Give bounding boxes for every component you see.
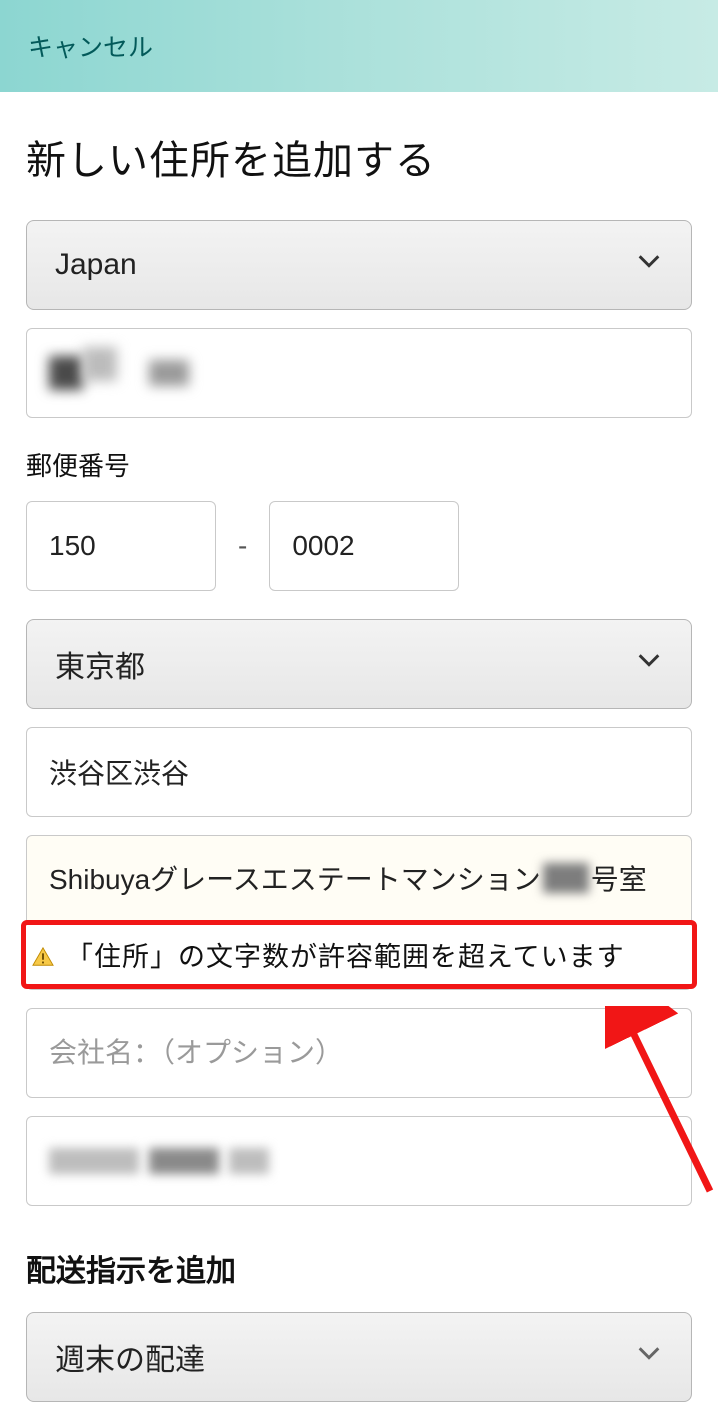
postal-code-label: 郵便番号 bbox=[26, 446, 692, 483]
delivery-preference-value: 週末の配達 bbox=[55, 1335, 205, 1379]
chevron-down-icon bbox=[635, 1339, 663, 1375]
postal-code-group: 郵便番号 - bbox=[26, 446, 692, 591]
cancel-button[interactable]: キャンセル bbox=[28, 28, 153, 64]
delivery-preference-select[interactable]: 週末の配達 bbox=[26, 1312, 692, 1402]
redacted-content bbox=[49, 1148, 269, 1174]
address-line1-input[interactable] bbox=[26, 727, 692, 817]
app-header: キャンセル bbox=[0, 0, 718, 92]
validation-error: 「住所」の文字数が許容範囲を超えています bbox=[21, 920, 697, 989]
address-line2-group: Shibuyaグレースエステートマンション 号室 「住所」の文字数が許容範囲を超… bbox=[26, 835, 692, 990]
postal-code-part2[interactable] bbox=[269, 501, 459, 591]
validation-error-text: 「住所」の文字数が許容範囲を超えています bbox=[66, 935, 625, 974]
postal-code-part1[interactable] bbox=[26, 501, 216, 591]
postal-code-part1-field[interactable] bbox=[49, 530, 193, 562]
postal-code-part2-field[interactable] bbox=[292, 530, 436, 562]
address-line2-value-suffix: 号室 bbox=[591, 858, 647, 898]
address-line2-input[interactable]: Shibuyaグレースエステートマンション 号室 bbox=[27, 836, 691, 920]
page-title: 新しい住所を追加する bbox=[26, 128, 692, 186]
country-select[interactable]: Japan bbox=[26, 220, 692, 310]
prefecture-select-value: 東京都 bbox=[55, 642, 145, 686]
prefecture-select[interactable]: 東京都 bbox=[26, 619, 692, 709]
address-line2-value-prefix: Shibuyaグレースエステートマンション bbox=[49, 858, 541, 898]
redacted-content bbox=[49, 329, 189, 417]
company-name-field[interactable] bbox=[49, 1037, 669, 1069]
chevron-down-icon bbox=[635, 247, 663, 283]
add-address-form: 新しい住所を追加する Japan 郵便番号 - 東京都 bbox=[0, 92, 718, 1402]
address-line1-field[interactable] bbox=[49, 756, 669, 788]
country-select-value: Japan bbox=[55, 248, 137, 282]
postal-dash: - bbox=[238, 530, 247, 562]
redacted-content bbox=[543, 863, 589, 893]
warning-icon bbox=[32, 944, 54, 966]
full-name-input[interactable] bbox=[26, 328, 692, 418]
company-name-input[interactable] bbox=[26, 1008, 692, 1098]
delivery-instructions-heading: 配送指示を追加 bbox=[26, 1246, 692, 1290]
phone-input[interactable] bbox=[26, 1116, 692, 1206]
chevron-down-icon bbox=[635, 646, 663, 682]
